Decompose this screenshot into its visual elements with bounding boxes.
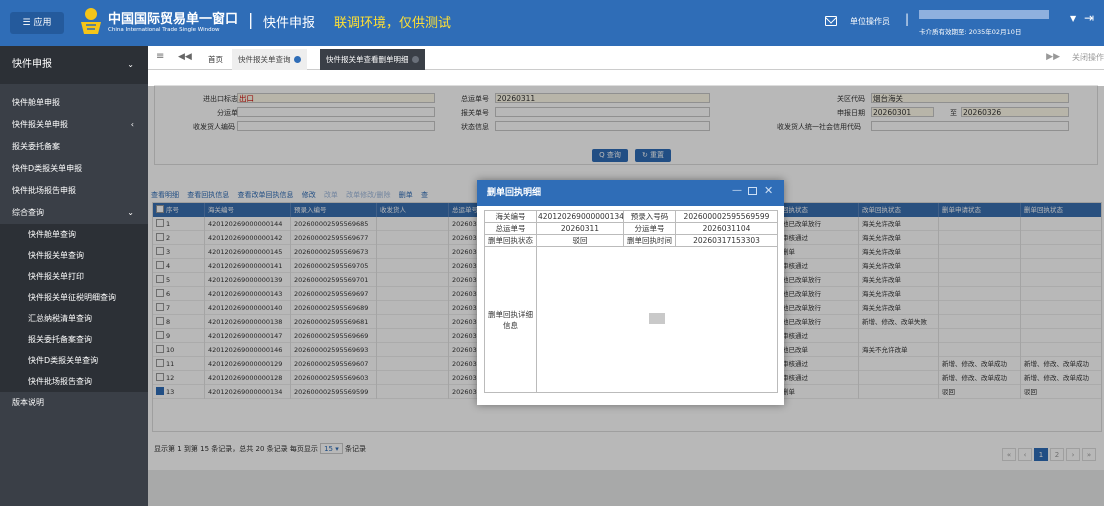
user-dropdown-icon[interactable]: ▼ [1070, 14, 1076, 23]
submenu-item[interactable]: 快件报关单征税明细查询 [0, 287, 148, 308]
close-operations[interactable]: 关闭操作 [1072, 52, 1104, 63]
maximize-icon[interactable] [748, 187, 757, 195]
header-separator: | [248, 10, 254, 29]
sidebar-item-label: 报关委托备案 [12, 142, 60, 151]
sidebar-item-entrust[interactable]: 报关委托备案 [0, 136, 148, 158]
mail-icon[interactable] [825, 16, 837, 26]
sidebar: 快件申报 ⌄ 快件舱单申报 快件报关单申报 ‹ 报关委托备案 快件D类报关单申报 … [0, 46, 148, 506]
menu-icon[interactable]: ≡ [156, 51, 164, 62]
top-header: ☰ 应用 中国国际贸易单一窗口 China International Trad… [0, 0, 1104, 46]
receipt-detail-table: 海关编号 420120269000000134 预录入号码 2026000025… [484, 210, 778, 393]
sidebar-header-label: 快件申报 [12, 59, 52, 70]
sub-no-label: 分运单号 [623, 222, 676, 235]
close-icon[interactable]: ✕ [764, 184, 773, 197]
brand-title: 中国国际贸易单一窗口 [108, 12, 239, 27]
modal-header: 删单回执明细 — ✕ [477, 180, 784, 206]
sidebar-item-declaration[interactable]: 快件报关单申报 ‹ [0, 114, 148, 136]
sub-no-value: 2026031104 [675, 222, 778, 235]
single-window-logo-icon [81, 8, 101, 34]
sidebar-item-manifest[interactable]: 快件舱单申报 [0, 92, 148, 114]
submenu-item[interactable]: 快件批场报告查询 [0, 371, 148, 392]
sidebar-item-query[interactable]: 综合查询 ⌄ [0, 202, 148, 224]
sidebar-item-d-class[interactable]: 快件D类报关单申报 [0, 158, 148, 180]
scroll-left-icon[interactable]: ◀◀ [178, 52, 192, 62]
receipt-detail-value [536, 246, 778, 393]
tab-label: 首页 [208, 55, 223, 64]
tab-label: 快件报关单查看删单明细 [326, 55, 409, 64]
username-blurred [919, 10, 1049, 19]
delete-receipt-modal: 删单回执明细 — ✕ 海关编号 420120269000000134 预录入号码… [477, 180, 784, 405]
pre-no-label: 预录入号码 [623, 210, 676, 223]
submenu-item[interactable]: 报关委托备案查询 [0, 329, 148, 350]
blurred-detail [649, 312, 665, 324]
sidebar-item-label: 快件报关单申报 [12, 120, 68, 129]
receipt-detail-label: 删单回执详细信息 [484, 246, 537, 393]
environment-notice: 联调环境，仅供测试 [334, 16, 452, 31]
customs-no-value: 420120269000000134 [536, 210, 624, 223]
sidebar-item-label: 综合查询 [12, 208, 44, 217]
sidebar-item-batch-report[interactable]: 快件批场报告申报 [0, 180, 148, 202]
sidebar-item-label: 快件批场报告申报 [12, 186, 76, 195]
tab-delete-detail[interactable]: 快件报关单查看删单明细 [320, 49, 425, 70]
submenu-item[interactable]: 快件D类报关单查询 [0, 350, 148, 371]
receipt-status-label: 删单回执状态 [484, 234, 537, 247]
total-no-label: 总运单号 [484, 222, 537, 235]
tab-declaration-query[interactable]: 快件报关单查询 [232, 49, 307, 70]
user-role: 单位操作员 [850, 17, 890, 26]
chevron-down-icon: ⌄ [127, 208, 134, 217]
cert-validity: 卡介质有效期至: 2035年02月10日 [919, 28, 1022, 36]
chevron-down-icon: ⌄ [127, 60, 134, 69]
submenu-item[interactable]: 快件报关单打印 [0, 266, 148, 287]
tab-label: 快件报关单查询 [238, 55, 291, 64]
system-name: 快件申报 [263, 16, 316, 31]
sidebar-header[interactable]: 快件申报 ⌄ [0, 46, 148, 84]
scroll-right-icon[interactable]: ▶▶ [1046, 52, 1060, 62]
pre-no-value: 202600002595569599 [675, 210, 778, 223]
submenu-item[interactable]: 汇总纳税清单查询 [0, 308, 148, 329]
total-no-value: 20260311 [536, 222, 624, 235]
close-tab-icon[interactable] [411, 56, 419, 63]
submenu-item[interactable]: 快件舱单查询 [0, 224, 148, 245]
tab-home[interactable]: 首页 [202, 49, 229, 70]
receipt-status-value: 驳回 [536, 234, 624, 247]
sidebar-item-version[interactable]: 版本说明 [0, 392, 148, 414]
receipt-time-value: 20260317153303 [675, 234, 778, 247]
app-menu-button[interactable]: ☰ 应用 [10, 12, 64, 34]
modal-title: 删单回执明细 [487, 188, 542, 198]
close-tab-icon[interactable] [293, 56, 301, 63]
user-separator: | [905, 12, 910, 26]
submenu-item[interactable]: 快件报关单查询 [0, 245, 148, 266]
logout-icon[interactable]: ⇥ [1084, 11, 1094, 25]
tab-bar: ≡ ◀◀ 首页 快件报关单查询 快件报关单查看删单明细 ▶▶ 关闭操作 [148, 46, 1104, 70]
brand-subtitle: China International Trade Single Window [108, 27, 220, 33]
sidebar-item-label: 快件D类报关单申报 [12, 164, 83, 173]
customs-no-label: 海关编号 [484, 210, 537, 223]
receipt-time-label: 删单回执时间 [623, 234, 676, 247]
sidebar-item-label: 快件舱单申报 [12, 98, 60, 107]
sidebar-submenu: 快件舱单查询 快件报关单查询 快件报关单打印 快件报关单征税明细查询 汇总纳税清… [0, 224, 148, 392]
minimize-icon[interactable]: — [732, 185, 742, 196]
chevron-left-icon: ‹ [130, 120, 134, 129]
